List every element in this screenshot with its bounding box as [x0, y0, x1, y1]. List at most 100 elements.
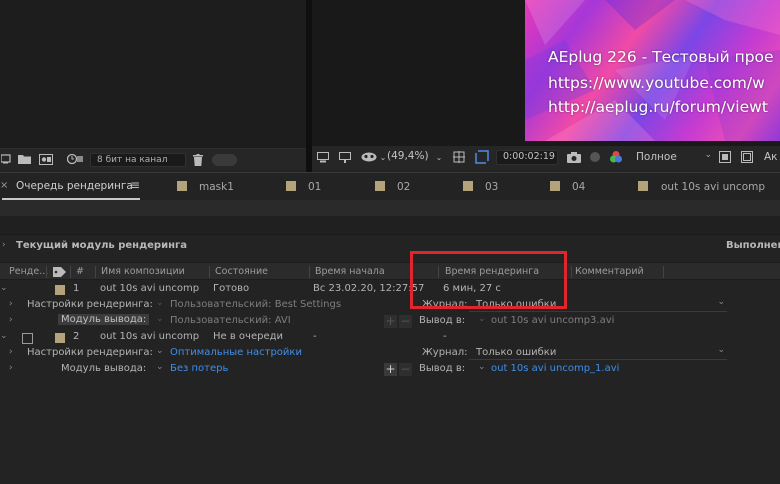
item-number: 1: [73, 283, 80, 294]
chevron-down-icon[interactable]: ⌄: [0, 331, 8, 341]
output-file-link[interactable]: out 10s avi uncomp_1.avi: [491, 363, 619, 374]
col-comment[interactable]: Комментарий: [575, 266, 644, 277]
log-label: Журнал:: [422, 347, 468, 358]
item-start-time: Вс 23.02.20, 12:27:57: [313, 283, 425, 294]
output-module-value[interactable]: Без потерь: [170, 363, 228, 374]
render-settings-value[interactable]: Пользовательский: Best Settings: [170, 299, 341, 310]
chevron-right-icon[interactable]: ›: [9, 363, 13, 373]
log-dropdown[interactable]: Только ошибки ⌄: [469, 345, 727, 360]
output-module-row: › Модуль вывода: ⌄ Пользовательский: AVI…: [0, 314, 780, 330]
col-comp-name[interactable]: Имя композиции: [101, 266, 185, 277]
item-start-time: -: [313, 331, 317, 342]
item-comp-name[interactable]: out 10s avi uncomp: [100, 331, 199, 342]
trash-icon[interactable]: [191, 152, 205, 167]
chevron-right-icon[interactable]: ›: [9, 347, 13, 357]
col-separator[interactable]: [70, 266, 71, 278]
tab-03[interactable]: 03: [485, 181, 498, 193]
col-separator[interactable]: [46, 266, 47, 278]
panel-menu-icon[interactable]: ≡: [130, 178, 140, 192]
chevron-down-icon[interactable]: ⌄: [434, 151, 444, 163]
col-separator[interactable]: [663, 266, 664, 278]
chevron-down-icon[interactable]: ⌄: [478, 362, 486, 372]
flowchart-icon[interactable]: [66, 152, 84, 166]
mask-toggle-icon[interactable]: [360, 150, 378, 164]
chevron-right-icon[interactable]: ›: [9, 315, 13, 325]
snapshot-camera-icon[interactable]: [566, 150, 582, 164]
chevron-right-icon[interactable]: ›: [2, 240, 6, 250]
tab-swatch: [286, 181, 296, 191]
bit-depth-label: 8 бит на канал: [97, 155, 168, 165]
monitor-icon[interactable]: [338, 150, 352, 164]
col-render[interactable]: Ренде...: [9, 266, 48, 277]
col-separator[interactable]: [209, 266, 210, 278]
chevron-down-icon[interactable]: ⌄: [0, 283, 8, 293]
preview-texture: [525, 0, 780, 141]
close-icon[interactable]: ×: [0, 180, 8, 191]
chevron-down-icon[interactable]: ⌄: [478, 314, 486, 324]
project-panel: [0, 0, 306, 170]
tab-04[interactable]: 04: [572, 181, 585, 193]
new-composition-icon[interactable]: [38, 152, 54, 166]
render-checkbox[interactable]: [22, 333, 33, 344]
item-label-swatch[interactable]: [55, 333, 65, 343]
tab-mask1[interactable]: mask1: [199, 181, 234, 193]
col-status[interactable]: Состояние: [215, 266, 268, 277]
output-to-label: Вывод в:: [419, 315, 466, 326]
label-tag-icon[interactable]: [53, 266, 67, 281]
region-of-interest-icon[interactable]: [474, 149, 490, 165]
chevron-down-icon[interactable]: ⌄: [156, 314, 164, 324]
output-module-value[interactable]: Пользовательский: AVI: [170, 315, 291, 326]
tab-out-10s[interactable]: out 10s avi uncomp: [661, 181, 765, 193]
chevron-down-icon[interactable]: ⌄: [156, 298, 164, 308]
color-channels-icon[interactable]: [608, 149, 624, 165]
new-folder-icon[interactable]: [17, 152, 31, 166]
tab-render-queue[interactable]: Очередь рендеринга: [16, 180, 133, 192]
zoom-level[interactable]: (49,4%): [387, 150, 429, 162]
output-module-label: Модуль вывода:: [61, 363, 147, 374]
col-start-time[interactable]: Время начала: [315, 266, 385, 277]
output-file-link[interactable]: out 10s avi uncomp3.avi: [491, 315, 614, 326]
always-preview-icon[interactable]: [316, 150, 330, 164]
col-separator[interactable]: [95, 266, 96, 278]
bit-depth-field[interactable]: 8 бит на канал: [90, 153, 186, 167]
chevron-down-icon[interactable]: ⌄: [156, 346, 164, 356]
tab-01[interactable]: 01: [308, 181, 321, 193]
show-snapshot-icon[interactable]: [588, 150, 602, 164]
tab-swatch: [177, 181, 187, 191]
toggle-switch[interactable]: [212, 154, 237, 166]
render-queue-strip: [0, 216, 780, 234]
remove-output-module-button[interactable]: −: [399, 363, 412, 376]
col-number[interactable]: #: [76, 266, 84, 277]
queue-item-1[interactable]: ⌄ 1 out 10s avi uncomp Готово Вс 23.02.2…: [0, 282, 780, 298]
item-status: Не в очереди: [213, 331, 284, 342]
resolution-dropdown[interactable]: Полное ⌄: [630, 150, 714, 165]
transparency-grid-icon[interactable]: [718, 150, 732, 164]
output-module-row: › Модуль вывода: ⌄ Без потерь + − Вывод …: [0, 362, 780, 378]
item-comp-name[interactable]: out 10s avi uncomp: [100, 283, 199, 294]
render-queue-header: [0, 200, 780, 216]
grid-guides-icon[interactable]: [452, 150, 466, 164]
item-label-swatch[interactable]: [55, 285, 65, 295]
col-separator[interactable]: [309, 266, 310, 278]
tab-02[interactable]: 02: [397, 181, 410, 193]
fast-preview-icon[interactable]: [740, 150, 754, 164]
chevron-down-icon[interactable]: ⌄: [156, 362, 164, 372]
chevron-right-icon[interactable]: ›: [9, 299, 13, 309]
interpret-footage-icon[interactable]: [0, 152, 12, 166]
chevron-down-icon: ⌄: [717, 345, 725, 355]
timecode-field[interactable]: 0:00:02:19: [496, 150, 558, 165]
active-camera-label[interactable]: Ак: [764, 151, 778, 163]
add-output-module-button[interactable]: +: [384, 315, 397, 328]
elapsed-label: Выполнено: [726, 240, 780, 251]
project-toolbar: 8 бит на канал: [0, 148, 306, 170]
add-output-module-button[interactable]: +: [384, 363, 397, 376]
render-settings-value[interactable]: Оптимальные настройки: [170, 347, 302, 358]
item-render-time: -: [443, 331, 447, 342]
queue-item-2[interactable]: ⌄ 2 out 10s avi uncomp Не в очереди - -: [0, 330, 780, 346]
item-number: 2: [73, 331, 80, 342]
section-title[interactable]: Текущий модуль рендеринга: [16, 240, 187, 251]
remove-output-module-button[interactable]: −: [399, 315, 412, 328]
col-separator[interactable]: [571, 266, 572, 278]
video-preview: AEplug 226 - Тестовый прое https://www.y…: [525, 0, 780, 141]
overlay-line-1: AEplug 226 - Тестовый прое: [548, 48, 774, 66]
